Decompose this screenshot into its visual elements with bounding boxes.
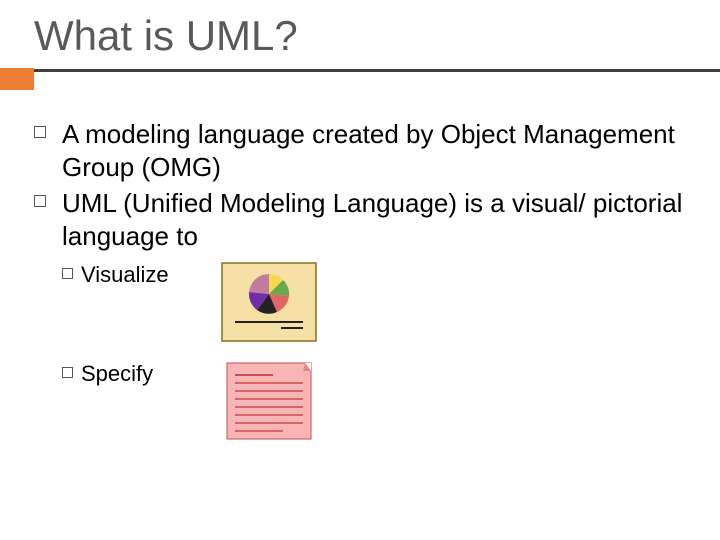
sub-bullet-item: Specify (62, 361, 686, 446)
square-bullet-icon (34, 126, 46, 138)
bullet-item: A modeling language created by Object Ma… (62, 118, 686, 183)
accent-rule (34, 69, 720, 72)
specify-document-icon (221, 361, 317, 446)
square-bullet-icon (62, 367, 73, 378)
slide-body: A modeling language created by Object Ma… (0, 90, 720, 446)
sub-bullet-item: Visualize (62, 262, 686, 347)
sub-bullet-label: Specify (81, 361, 221, 387)
square-bullet-icon (34, 195, 46, 207)
bullet-text: UML (Unified Modeling Language) is a vis… (62, 187, 686, 252)
sub-bullet-label: Visualize (81, 262, 221, 288)
bullet-item: UML (Unified Modeling Language) is a vis… (62, 187, 686, 252)
accent-orange-block (0, 68, 34, 90)
sub-bullet-list: Visualize S (62, 262, 686, 446)
bullet-text: A modeling language created by Object Ma… (62, 118, 686, 183)
title-accent (0, 68, 720, 90)
slide-title: What is UML? (0, 0, 720, 68)
visualize-chart-icon (221, 262, 317, 347)
square-bullet-icon (62, 268, 73, 279)
